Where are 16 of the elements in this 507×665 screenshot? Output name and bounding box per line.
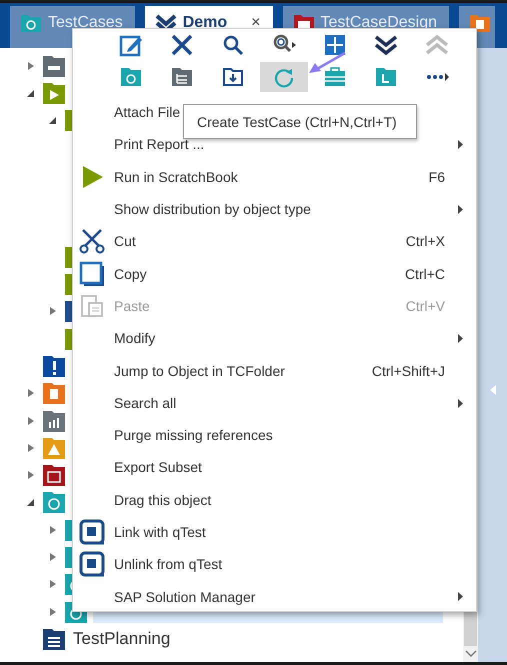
tooltip: Create TestCase (Ctrl+N,Ctrl+T) xyxy=(183,104,417,139)
menu-item[interactable]: Unlink from qTest xyxy=(73,548,476,580)
menu-item[interactable]: SAP Solution Manager xyxy=(73,580,476,613)
menu-item[interactable]: Modify xyxy=(73,322,476,354)
menu-item[interactable]: Purge missing references xyxy=(73,418,476,452)
menu-item[interactable]: Show distribution by object type xyxy=(73,192,476,226)
menu-item[interactable]: Copy Ctrl+C xyxy=(73,257,476,290)
menu-item[interactable]: Link with qTest xyxy=(73,516,476,548)
tree-item[interactable]: TestPlanning xyxy=(73,628,170,649)
menu-item[interactable]: Drag this object xyxy=(73,484,476,516)
close-icon[interactable]: × xyxy=(251,14,260,32)
menu-item[interactable]: Jump to Object in TCFolder Ctrl+Shift+J xyxy=(73,354,476,387)
menu-item[interactable]: Search all xyxy=(73,386,476,419)
menu-item[interactable]: Export Subset xyxy=(73,451,476,484)
menu-item[interactable]: Cut Ctrl+X xyxy=(73,225,476,258)
menu-item[interactable]: Run in ScratchBook F6 xyxy=(73,160,476,193)
